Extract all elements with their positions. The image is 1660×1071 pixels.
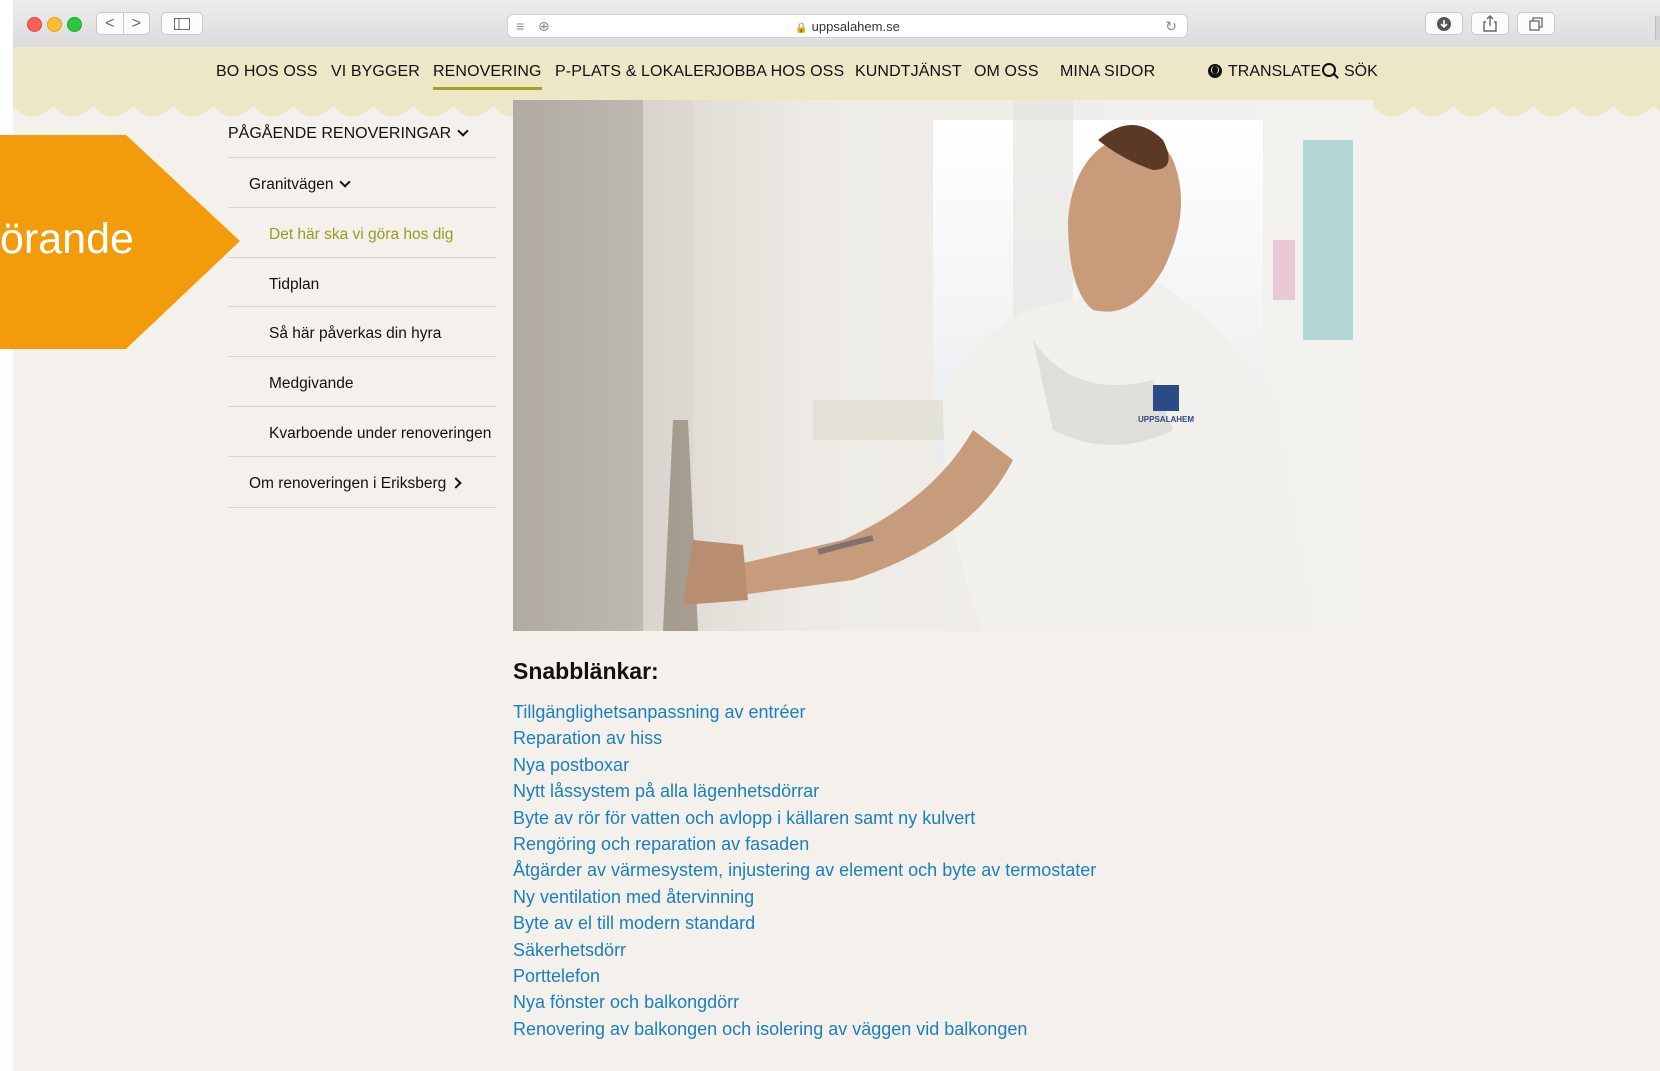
quick-link[interactable]: Byte av el till modern standard <box>513 910 1096 936</box>
share-icon <box>1483 15 1497 32</box>
downloads-button[interactable] <box>1425 12 1463 35</box>
share-button[interactable] <box>1471 12 1509 35</box>
quick-link[interactable]: Åtgärder av värmesystem, injustering av … <box>513 857 1096 883</box>
submenu-item-label: Kvarboende under renoveringen <box>269 425 492 442</box>
search-label: SÖK <box>1344 63 1378 80</box>
close-window-button[interactable] <box>27 17 42 32</box>
quick-link[interactable]: Reparation av hiss <box>513 725 1096 751</box>
quick-link[interactable]: Byte av rör för vatten och avlopp i käll… <box>513 805 1096 831</box>
quick-links-list: Tillgänglighetsanpassning av entréer Rep… <box>513 699 1096 1042</box>
nav-vi-bygger[interactable]: VI BYGGER <box>331 63 420 81</box>
quick-links-title: Snabblänkar: <box>513 658 659 684</box>
submenu-group-granitvagen[interactable]: Granitvägen <box>228 158 496 208</box>
forward-button[interactable]: > <box>123 15 149 32</box>
url-display[interactable]: 🔒 uppsalahem.se <box>508 19 1187 34</box>
submenu-item-label: Medgivande <box>269 375 354 392</box>
submenu-section-label: PÅGÅENDE RENOVERINGAR <box>228 125 469 143</box>
submenu-section-text: PÅGÅENDE RENOVERINGAR <box>228 125 452 142</box>
lock-icon: 🔒 <box>795 23 808 34</box>
submenu-item-medgivande[interactable]: Medgivande <box>228 357 496 407</box>
minimize-window-button[interactable] <box>47 17 62 32</box>
address-bar[interactable]: ≡ ⊕ 🔒 uppsalahem.se ↻ <box>507 14 1188 38</box>
quick-link[interactable]: Ny ventilation med återvinning <box>513 884 1096 910</box>
quick-link[interactable]: Nya postboxar <box>513 752 1096 778</box>
quick-link[interactable]: Tillgänglighetsanpassning av entréer <box>513 699 1096 725</box>
submenu-item-label: Tidplan <box>269 276 320 293</box>
submenu-item-tidplan[interactable]: Tidplan <box>228 258 496 307</box>
sidebar-toggle-button[interactable] <box>161 12 203 35</box>
submenu-item-label: Så här påverkas din hyra <box>269 325 442 342</box>
browser-toolbar: < > ≡ ⊕ 🔒uppsalahem.se ↻ + <box>13 0 1660 48</box>
submenu-group-label: Granitvägen <box>249 176 352 194</box>
globe-icon <box>1208 64 1222 78</box>
tab-overview-button[interactable] <box>1517 12 1555 35</box>
translate-label: TRANSLATE <box>1228 63 1322 80</box>
nav-mina-sidor[interactable]: MINA SIDOR <box>1060 63 1155 81</box>
nav-p-plats-lokaler[interactable]: P-PLATS & LOKALER <box>555 63 716 81</box>
back-button[interactable]: < <box>97 15 123 32</box>
submenu-item-eriksberg[interactable]: Om renoveringen i Eriksberg <box>228 457 496 508</box>
submenu-section-pagaende[interactable]: PÅGÅENDE RENOVERINGAR <box>228 107 496 158</box>
uppsalahem-shirt-icon <box>1153 385 1179 411</box>
orange-callout-arrow: örande <box>0 135 240 349</box>
worker-image: UPPSALAHEM <box>513 100 1373 631</box>
tabs-icon <box>1529 16 1543 31</box>
callout-text: örande <box>0 215 134 263</box>
sidebar-icon <box>174 17 190 30</box>
nav-renovering[interactable]: RENOVERING <box>433 63 542 90</box>
quick-link[interactable]: Nya fönster och balkongdörr <box>513 989 1096 1015</box>
search-button[interactable]: SÖK <box>1322 63 1378 81</box>
chevron-down-icon <box>457 125 469 137</box>
web-page: BO HOS OSS VI BYGGER RENOVERING P-PLATS … <box>0 47 1660 1071</box>
submenu-item-label: Det här ska vi göra hos dig <box>269 226 454 243</box>
submenu-other-text: Om renoveringen i Eriksberg <box>249 475 447 492</box>
quick-link[interactable]: Renovering av balkongen och isolering av… <box>513 1016 1096 1042</box>
reload-icon[interactable]: ↻ <box>1165 18 1177 35</box>
submenu-other-label: Om renoveringen i Eriksberg <box>249 475 462 493</box>
shirt-logo-text: UPPSALAHEM <box>1138 415 1194 424</box>
hero-photo: UPPSALAHEM <box>513 100 1373 631</box>
new-tab-button[interactable]: + <box>1655 16 1660 40</box>
quick-link[interactable]: Nytt låssystem på alla lägenhetsdörrar <box>513 778 1096 804</box>
zoom-window-button[interactable] <box>67 17 82 32</box>
quick-link[interactable]: Porttelefon <box>513 963 1096 989</box>
nav-bo-hos-oss[interactable]: BO HOS OSS <box>216 63 317 81</box>
submenu-group-text: Granitvägen <box>249 176 334 193</box>
url-text: uppsalahem.se <box>811 19 900 34</box>
quick-link[interactable]: Rengöring och reparation av fasaden <box>513 831 1096 857</box>
nav-om-oss[interactable]: OM OSS <box>974 63 1039 81</box>
quick-link[interactable]: Säkerhetsdörr <box>513 937 1096 963</box>
nav-jobba-hos-oss[interactable]: JOBBA HOS OSS <box>714 63 844 81</box>
translate-button[interactable]: TRANSLATE <box>1208 63 1321 81</box>
download-icon <box>1437 16 1451 31</box>
chevron-down-icon <box>339 176 352 188</box>
nav-kundtjanst[interactable]: KUNDTJÄNST <box>855 63 962 81</box>
submenu-item-kvarboende[interactable]: Kvarboende under renoveringen <box>228 407 496 457</box>
submenu-item-det-har-ska-vi-gora[interactable]: Det här ska vi göra hos dig <box>228 208 496 258</box>
chevron-right-icon <box>450 477 462 489</box>
back-forward-group: < > <box>96 12 150 35</box>
submenu-item-hyra[interactable]: Så här påverkas din hyra <box>228 307 496 357</box>
search-icon <box>1322 63 1336 77</box>
